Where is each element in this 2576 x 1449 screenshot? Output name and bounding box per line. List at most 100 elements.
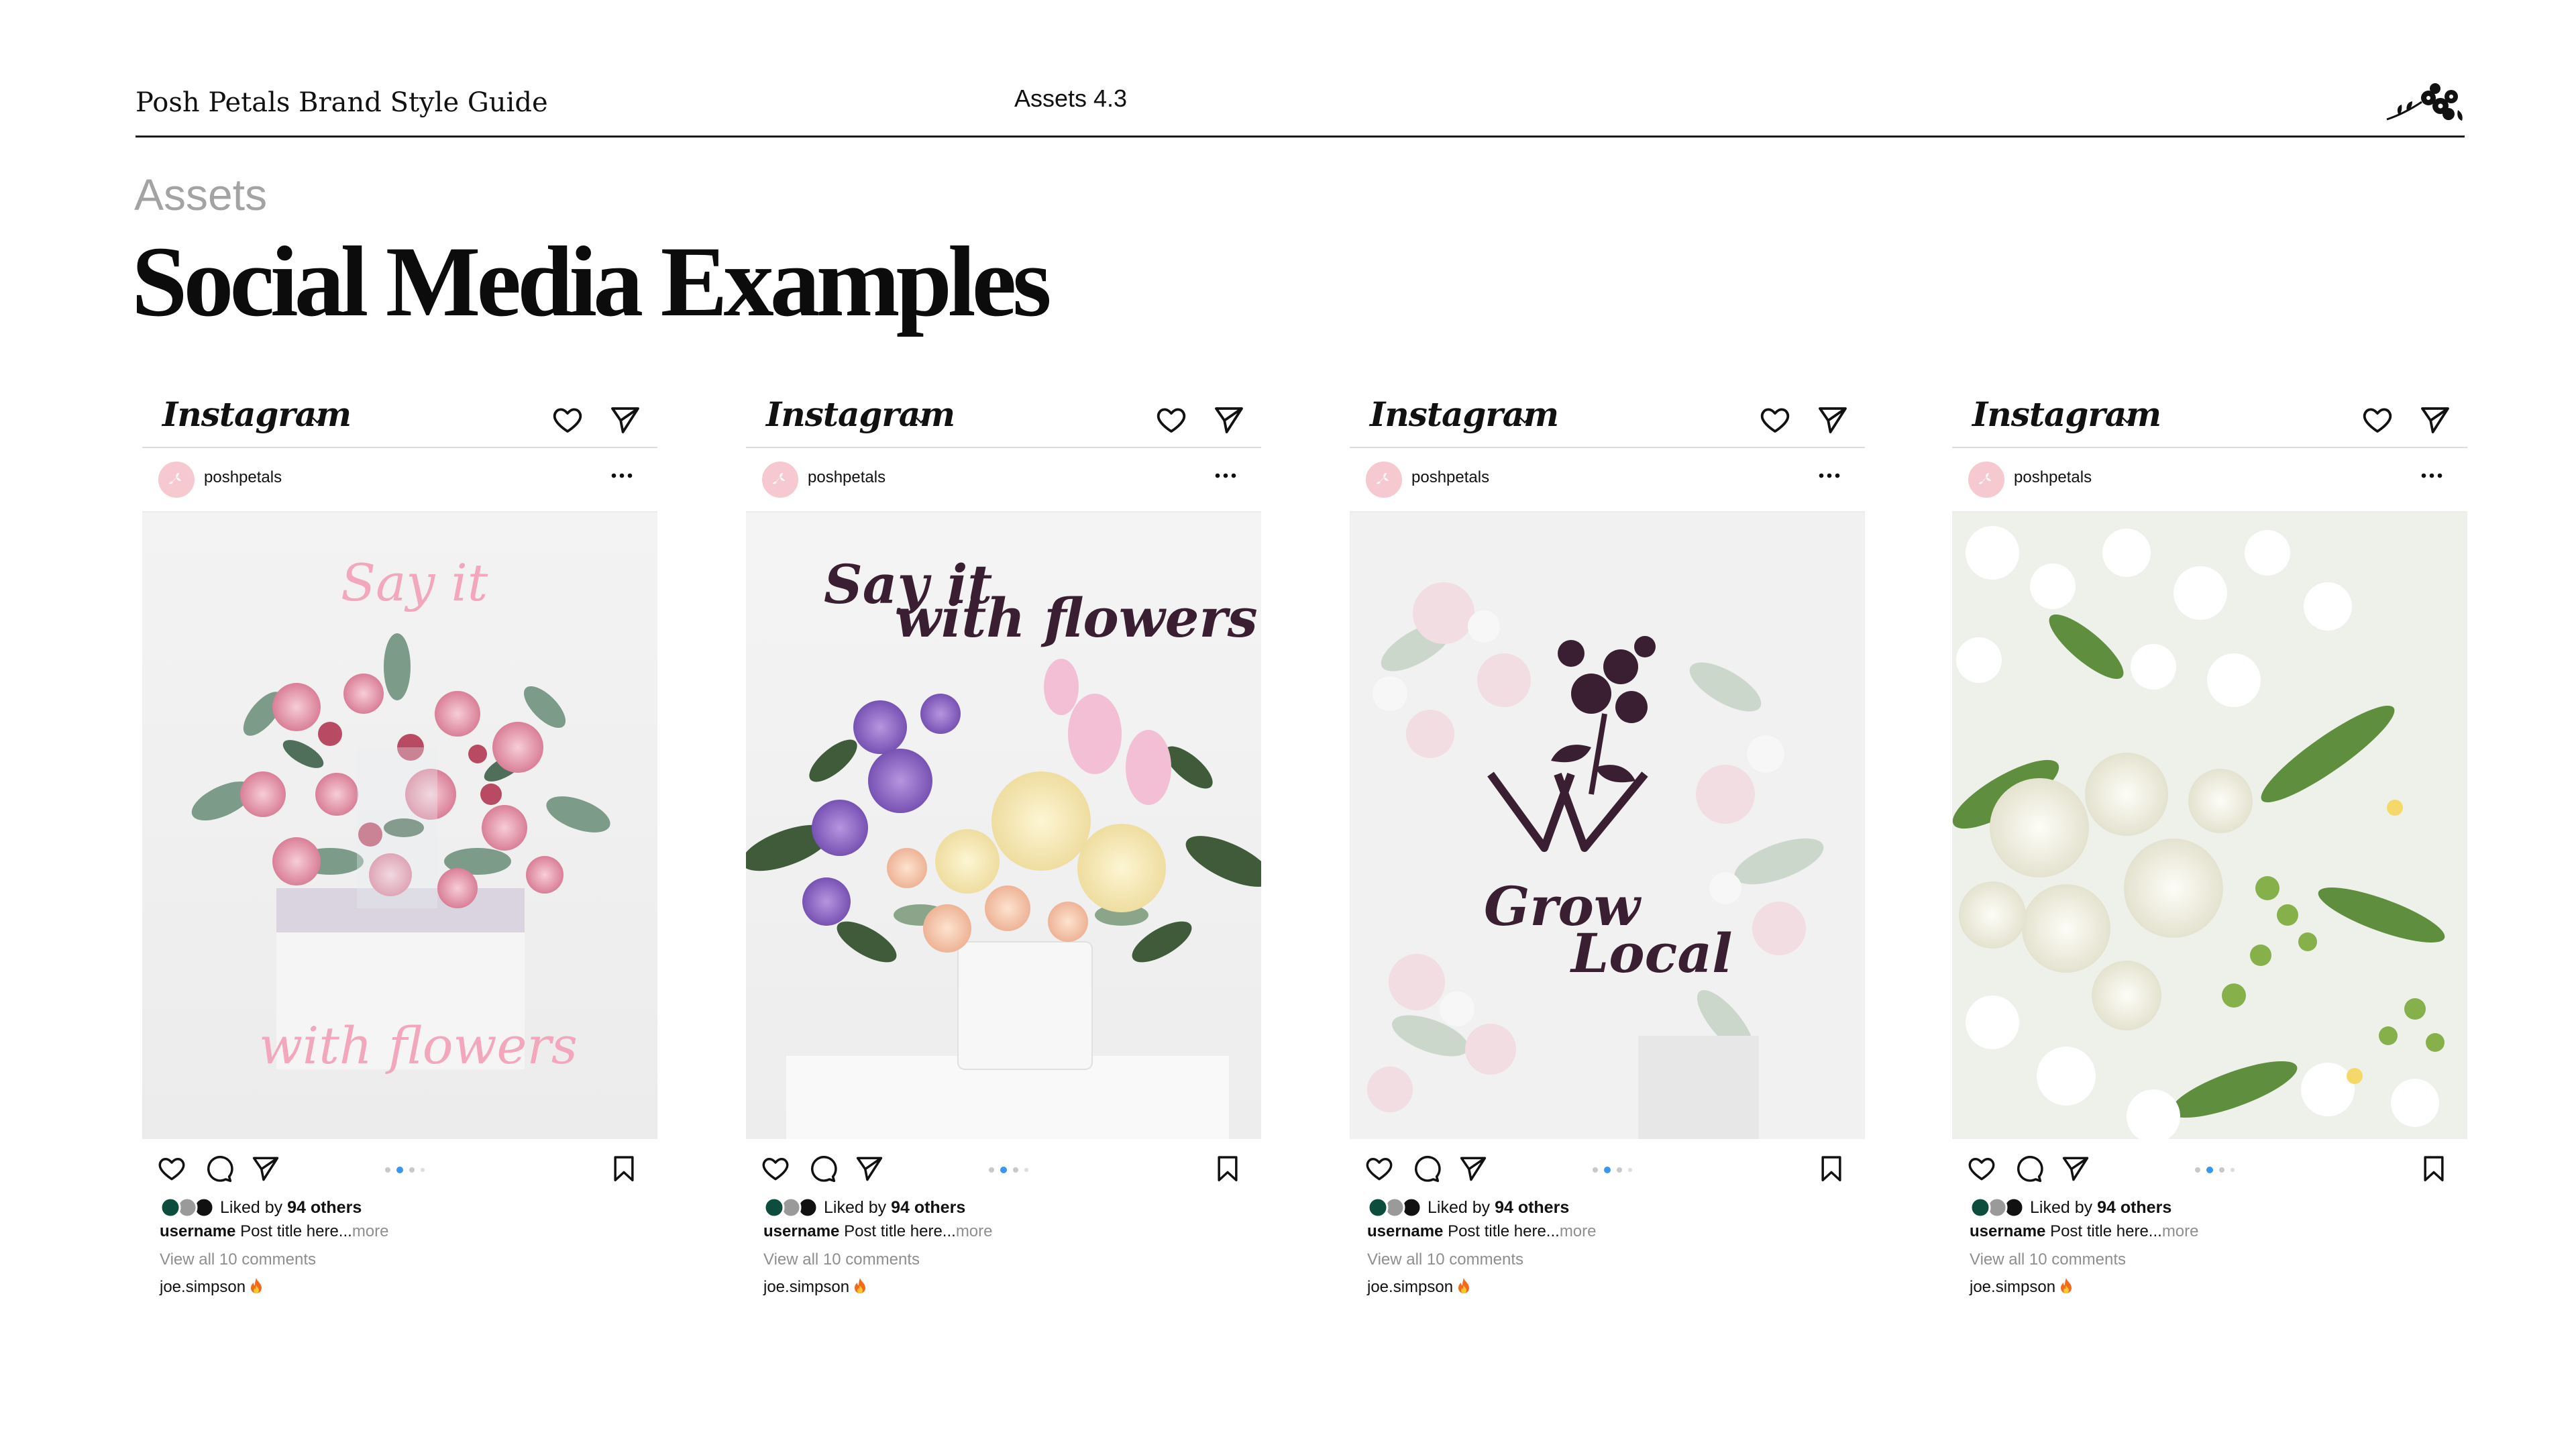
post-actions xyxy=(746,1139,1261,1193)
post-username[interactable]: poshpetals xyxy=(204,468,282,487)
like-heart-icon[interactable] xyxy=(1364,1154,1394,1183)
liker-avatars xyxy=(1970,1197,2025,1218)
caption-username[interactable]: username xyxy=(1970,1222,2045,1240)
instagram-post-card: Instagram poshpetals xyxy=(1952,389,2467,1322)
likes-row[interactable]: Liked by 94 others xyxy=(763,1195,1233,1220)
caption-more-link[interactable]: more xyxy=(2162,1222,2199,1240)
view-comments-link[interactable]: View all 10 comments xyxy=(1970,1250,2126,1269)
likes-prefix: Liked by xyxy=(1428,1198,1495,1217)
like-heart-icon[interactable] xyxy=(157,1154,186,1183)
more-options-icon[interactable] xyxy=(610,471,633,480)
likes-row[interactable]: Liked by 94 others xyxy=(1970,1195,2439,1220)
post-username[interactable]: poshpetals xyxy=(2014,468,2092,487)
likes-count[interactable]: 94 others xyxy=(287,1198,362,1217)
notifications-heart-icon[interactable] xyxy=(551,404,584,436)
more-options-icon[interactable] xyxy=(1818,471,1841,480)
caption-text: Post title here... xyxy=(844,1222,956,1240)
likes-row[interactable]: Liked by 94 others xyxy=(160,1195,629,1220)
fire-emoji-icon xyxy=(250,1277,263,1295)
post-actions xyxy=(142,1139,657,1193)
overlay-text-bottom: with flowers xyxy=(259,1016,578,1075)
carousel-indicator[interactable] xyxy=(986,1166,1040,1174)
liker-avatars xyxy=(1367,1197,1422,1218)
avatar[interactable] xyxy=(1968,462,2004,498)
likes-count[interactable]: 94 others xyxy=(891,1198,965,1217)
likes-count[interactable]: 94 others xyxy=(1495,1198,1569,1217)
likes-prefix: Liked by xyxy=(220,1198,288,1217)
bookmark-icon[interactable] xyxy=(2419,1154,2449,1183)
overlay-text-top: Say it xyxy=(341,553,488,612)
comment-icon[interactable] xyxy=(1411,1154,1441,1183)
instagram-top-bar: Instagram xyxy=(746,389,1261,448)
brand-flower-icon xyxy=(769,468,792,491)
post-image[interactable]: Say it with flowers xyxy=(746,513,1261,1139)
bookmark-icon[interactable] xyxy=(1213,1154,1242,1183)
more-options-icon[interactable] xyxy=(2420,471,2443,480)
liker-avatars xyxy=(763,1197,818,1218)
commenter-username[interactable]: joe.simpson xyxy=(763,1278,849,1296)
commenter-username[interactable]: joe.simpson xyxy=(1970,1278,2055,1296)
more-options-icon[interactable] xyxy=(1214,471,1237,480)
bookmark-icon[interactable] xyxy=(609,1154,639,1183)
bookmark-icon[interactable] xyxy=(1817,1154,1846,1183)
likes-count[interactable]: 94 others xyxy=(2097,1198,2171,1217)
caption-text: Post title here... xyxy=(1448,1222,1560,1240)
like-heart-icon[interactable] xyxy=(1967,1154,1996,1183)
view-comments-link[interactable]: View all 10 comments xyxy=(763,1250,920,1269)
caption-username[interactable]: username xyxy=(763,1222,839,1240)
notifications-heart-icon[interactable] xyxy=(2361,404,2394,436)
notifications-heart-icon[interactable] xyxy=(1155,404,1187,436)
page-title: Social Media Examples xyxy=(131,226,1052,337)
comment-icon[interactable] xyxy=(2014,1154,2043,1183)
caption-more-link[interactable]: more xyxy=(1560,1222,1597,1240)
post-image[interactable]: Grow Local xyxy=(1350,513,1865,1139)
carousel-indicator[interactable] xyxy=(2192,1166,2246,1174)
caption-more-link[interactable]: more xyxy=(352,1222,389,1240)
avatar[interactable] xyxy=(158,462,195,498)
likes-row[interactable]: Liked by 94 others xyxy=(1367,1195,1837,1220)
post-image[interactable]: Say it with flowers xyxy=(142,513,657,1139)
post-username[interactable]: poshpetals xyxy=(808,468,885,487)
faded-bouquets-with-brand-mark xyxy=(1367,582,1824,1139)
instagram-top-bar: Instagram xyxy=(142,389,657,448)
caption-text: Post title here... xyxy=(240,1222,352,1240)
post-caption: username Post title here...more xyxy=(763,1222,993,1241)
comment-icon[interactable] xyxy=(204,1154,233,1183)
share-send-icon[interactable] xyxy=(1458,1154,1488,1183)
direct-message-icon[interactable] xyxy=(1213,404,1245,436)
share-send-icon[interactable] xyxy=(2061,1154,2090,1183)
carousel-indicator[interactable] xyxy=(382,1166,436,1174)
direct-message-icon[interactable] xyxy=(609,404,641,436)
likes-prefix: Liked by xyxy=(2030,1198,2098,1217)
post-username[interactable]: poshpetals xyxy=(1411,468,1489,487)
direct-message-icon[interactable] xyxy=(1817,404,1849,436)
post-caption: username Post title here...more xyxy=(1367,1222,1597,1241)
view-comments-link[interactable]: View all 10 comments xyxy=(160,1250,316,1269)
carousel-indicator[interactable] xyxy=(1590,1166,1644,1174)
overlay-text-bottom: Local xyxy=(1571,922,1733,985)
brand-flower-icon xyxy=(165,468,188,491)
avatar[interactable] xyxy=(762,462,798,498)
commenter-username[interactable]: joe.simpson xyxy=(160,1278,246,1296)
post-image[interactable] xyxy=(1952,513,2467,1139)
chevron-down-icon[interactable] xyxy=(1517,413,1532,428)
share-send-icon[interactable] xyxy=(251,1154,280,1183)
caption-username[interactable]: username xyxy=(160,1222,235,1240)
avatar[interactable] xyxy=(1366,462,1402,498)
caption-more-link[interactable]: more xyxy=(956,1222,993,1240)
direct-message-icon[interactable] xyxy=(2419,404,2451,436)
fire-emoji-icon xyxy=(2059,1277,2073,1295)
share-send-icon[interactable] xyxy=(855,1154,884,1183)
caption-username[interactable]: username xyxy=(1367,1222,1443,1240)
white-rose-closeup xyxy=(1952,526,2445,1139)
notifications-heart-icon[interactable] xyxy=(1759,404,1791,436)
chevron-down-icon[interactable] xyxy=(310,413,325,428)
chevron-down-icon[interactable] xyxy=(2120,413,2135,428)
chevron-down-icon[interactable] xyxy=(914,413,928,428)
like-heart-icon[interactable] xyxy=(761,1154,790,1183)
post-header: poshpetals xyxy=(1350,448,1865,513)
fire-emoji-icon xyxy=(853,1277,867,1295)
comment-icon[interactable] xyxy=(808,1154,837,1183)
view-comments-link[interactable]: View all 10 comments xyxy=(1367,1250,1523,1269)
commenter-username[interactable]: joe.simpson xyxy=(1367,1278,1453,1296)
